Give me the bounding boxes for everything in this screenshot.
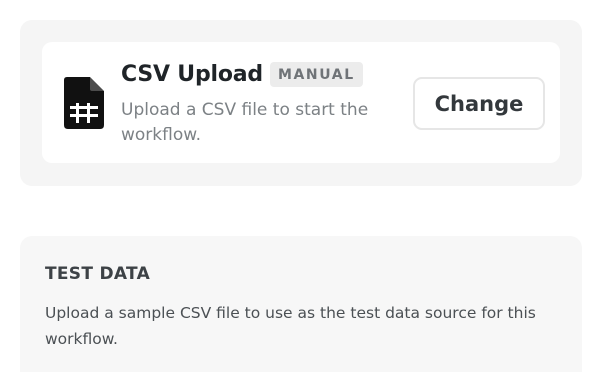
test-data-panel: TEST DATA Upload a sample CSV file to us… [20, 236, 582, 372]
trigger-title: CSV Upload [121, 62, 263, 87]
trigger-type-badge: MANUAL [269, 62, 363, 87]
trigger-panel: CSV Upload MANUAL Upload a CSV file to s… [20, 20, 582, 186]
change-button[interactable]: Change [413, 77, 545, 130]
trigger-card: CSV Upload MANUAL Upload a CSV file to s… [42, 42, 560, 163]
csv-file-icon [64, 77, 104, 129]
test-data-description: Upload a sample CSV file to use as the t… [45, 304, 536, 348]
trigger-description: Upload a CSV file to start the workflow. [121, 100, 369, 145]
trigger-title-row: CSV Upload MANUAL [121, 62, 363, 87]
test-data-title: TEST DATA [45, 264, 151, 284]
